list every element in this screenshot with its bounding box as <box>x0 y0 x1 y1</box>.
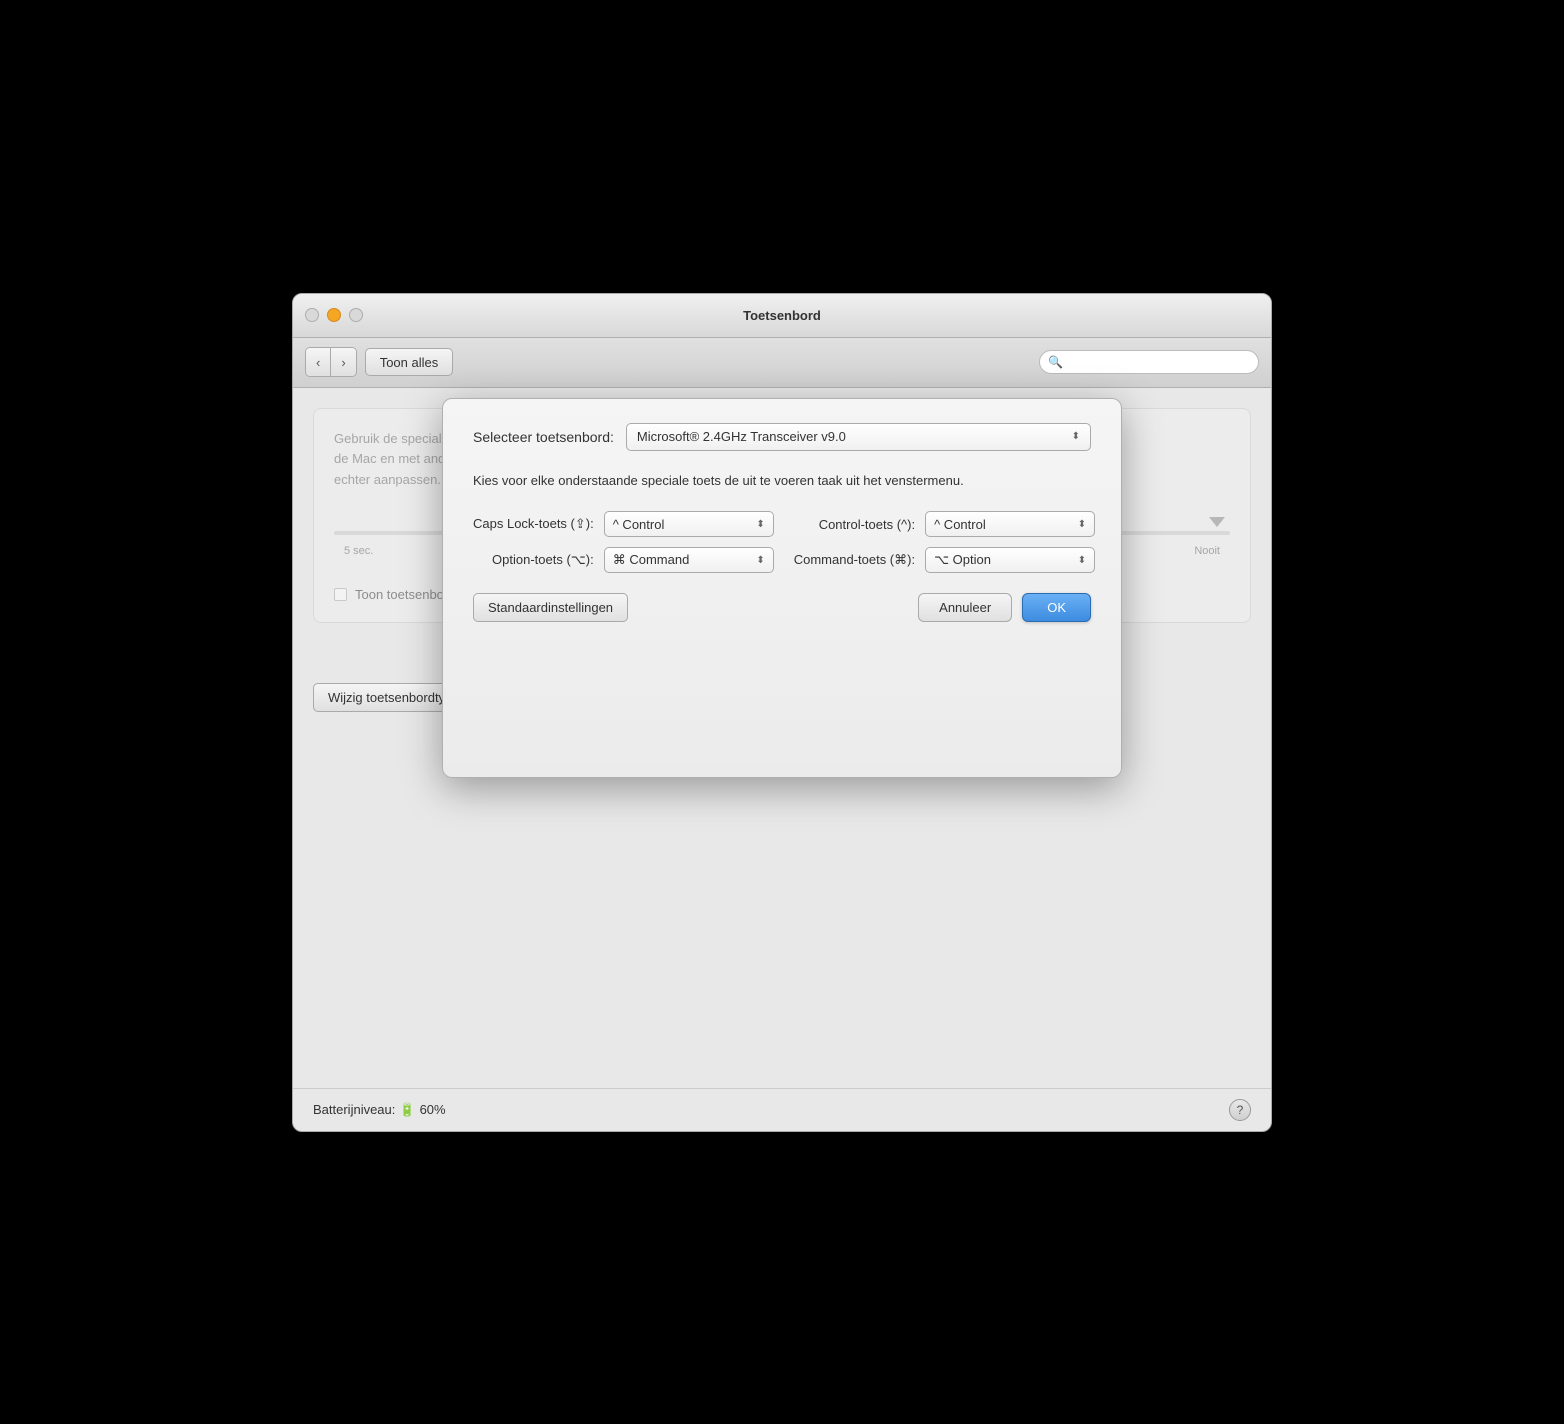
caps-lock-label: Caps Lock-toets (⇪): <box>473 516 594 532</box>
toolbar: ‹ › Toon alles 🔍 <box>293 338 1271 388</box>
caps-lock-row: Caps Lock-toets (⇪): ^ Control ⬍ <box>473 511 774 537</box>
modal-dialog: Selecteer toetsenbord: Microsoft® 2.4GHz… <box>442 398 1122 778</box>
command-label: Command-toets (⌘): <box>794 552 915 568</box>
caps-lock-arrow: ⬍ <box>756 519 764 530</box>
main-window: Toetsenbord ‹ › Toon alles 🔍 Gebruik de … <box>292 293 1272 1132</box>
option-label: Option-toets (⌥): <box>492 552 594 568</box>
key-mapping-grid: Caps Lock-toets (⇪): ^ Control ⬍ Control… <box>473 511 1091 573</box>
control-select[interactable]: ^ Control ⬍ <box>925 511 1095 537</box>
close-button[interactable] <box>305 308 319 322</box>
defaults-button[interactable]: Standaardinstellingen <box>473 593 628 622</box>
caps-lock-value: ^ Control <box>613 517 665 532</box>
command-arrow: ⬍ <box>1078 555 1086 566</box>
caps-lock-select[interactable]: ^ Control ⬍ <box>604 511 774 537</box>
command-row: Command-toets (⌘): ⌥ Option ⬍ <box>794 547 1095 573</box>
battery-info: Batterijniveau: 🔋 60% <box>313 1102 446 1118</box>
window-title: Toetsenbord <box>743 308 821 323</box>
search-box[interactable]: 🔍 <box>1039 350 1259 374</box>
search-icon: 🔍 <box>1048 355 1063 369</box>
forward-button[interactable]: › <box>331 348 355 376</box>
option-arrow: ⬍ <box>756 555 764 566</box>
control-value: ^ Control <box>934 517 986 532</box>
maximize-button[interactable] <box>349 308 363 322</box>
modal-overlay: Selecteer toetsenbord: Microsoft® 2.4GHz… <box>293 388 1271 1088</box>
option-row: Option-toets (⌥): ⌘ Command ⬍ <box>473 547 774 573</box>
battery-icon: 🔋 <box>399 1102 415 1118</box>
command-value: ⌥ Option <box>934 552 991 568</box>
keyboard-selector-label: Selecteer toetsenbord: <box>473 429 614 445</box>
control-row: Control-toets (^): ^ Control ⬍ <box>794 511 1095 537</box>
cancel-button[interactable]: Annuleer <box>918 593 1012 622</box>
control-label: Control-toets (^): <box>819 517 915 532</box>
modal-action-buttons: Annuleer OK <box>918 593 1091 622</box>
option-value: ⌘ Command <box>613 552 690 568</box>
nav-buttons: ‹ › <box>305 347 357 377</box>
option-select[interactable]: ⌘ Command ⬍ <box>604 547 774 573</box>
modal-description: Kies voor elke onderstaande speciale toe… <box>473 471 1091 492</box>
control-arrow: ⬍ <box>1078 519 1086 530</box>
modal-bottom: Standaardinstellingen Annuleer OK <box>473 593 1091 622</box>
battery-label: Batterijniveau: <box>313 1102 395 1117</box>
traffic-lights <box>305 308 363 322</box>
keyboard-dropdown-value: Microsoft® 2.4GHz Transceiver v9.0 <box>637 429 846 444</box>
back-button[interactable]: ‹ <box>306 348 331 376</box>
command-select[interactable]: ⌥ Option ⬍ <box>925 547 1095 573</box>
keyboard-dropdown[interactable]: Microsoft® 2.4GHz Transceiver v9.0 ⬍ <box>626 423 1091 451</box>
minimize-button[interactable] <box>327 308 341 322</box>
help-button[interactable]: ? <box>1229 1099 1251 1121</box>
status-bar: Batterijniveau: 🔋 60% ? <box>293 1088 1271 1131</box>
ok-button[interactable]: OK <box>1022 593 1091 622</box>
keyboard-dropdown-arrow: ⬍ <box>1072 431 1080 442</box>
main-content: Gebruik de speciale toetsen op uw Apple-… <box>293 388 1271 1088</box>
title-bar: Toetsenbord <box>293 294 1271 338</box>
battery-value: 60% <box>420 1102 446 1117</box>
keyboard-selector-row: Selecteer toetsenbord: Microsoft® 2.4GHz… <box>473 423 1091 451</box>
show-all-button[interactable]: Toon alles <box>365 348 454 376</box>
